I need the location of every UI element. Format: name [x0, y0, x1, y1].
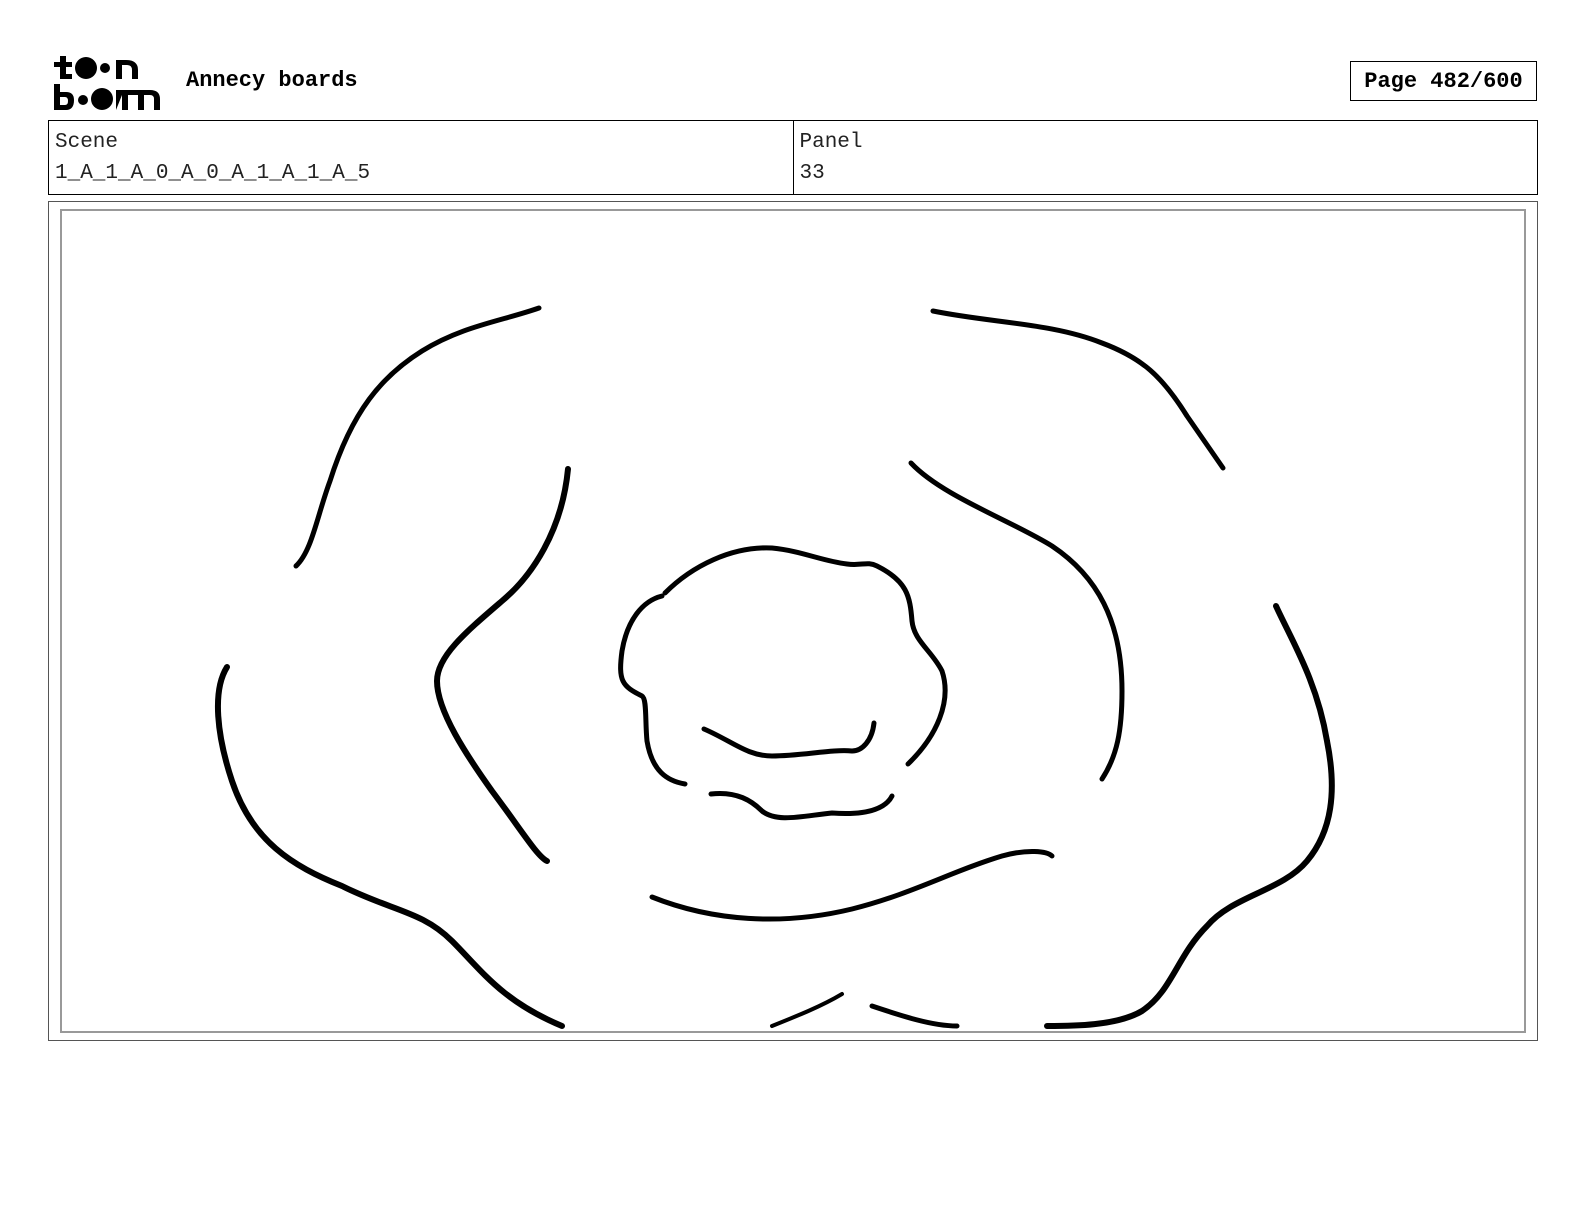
- scene-label: Scene: [55, 131, 119, 154]
- panel-label: Panel: [799, 131, 863, 154]
- scene-value: 1_A_1_A_0_A_0_A_1_A_1_A_5: [55, 162, 371, 185]
- page-counter-text: Page 482/600: [1364, 68, 1523, 94]
- rose-sketch: [214, 305, 1335, 1029]
- page-counter: Page 482/600: [1350, 61, 1537, 101]
- panel-value: 33: [799, 162, 825, 185]
- board-title: Annecy boards: [186, 68, 358, 93]
- panel-cell: Panel 33: [792, 121, 1538, 194]
- scene-cell: Scene 1_A_1_A_0_A_0_A_1_A_1_A_5: [49, 121, 793, 194]
- scene-panel-info: Scene 1_A_1_A_0_A_0_A_1_A_1_A_5 Panel 33: [48, 120, 1538, 195]
- toon-boom-logo-mark: [54, 56, 160, 110]
- panel-frame: [48, 201, 1538, 1041]
- panel-image: [60, 209, 1526, 1033]
- toon-boom-logo: [52, 52, 164, 112]
